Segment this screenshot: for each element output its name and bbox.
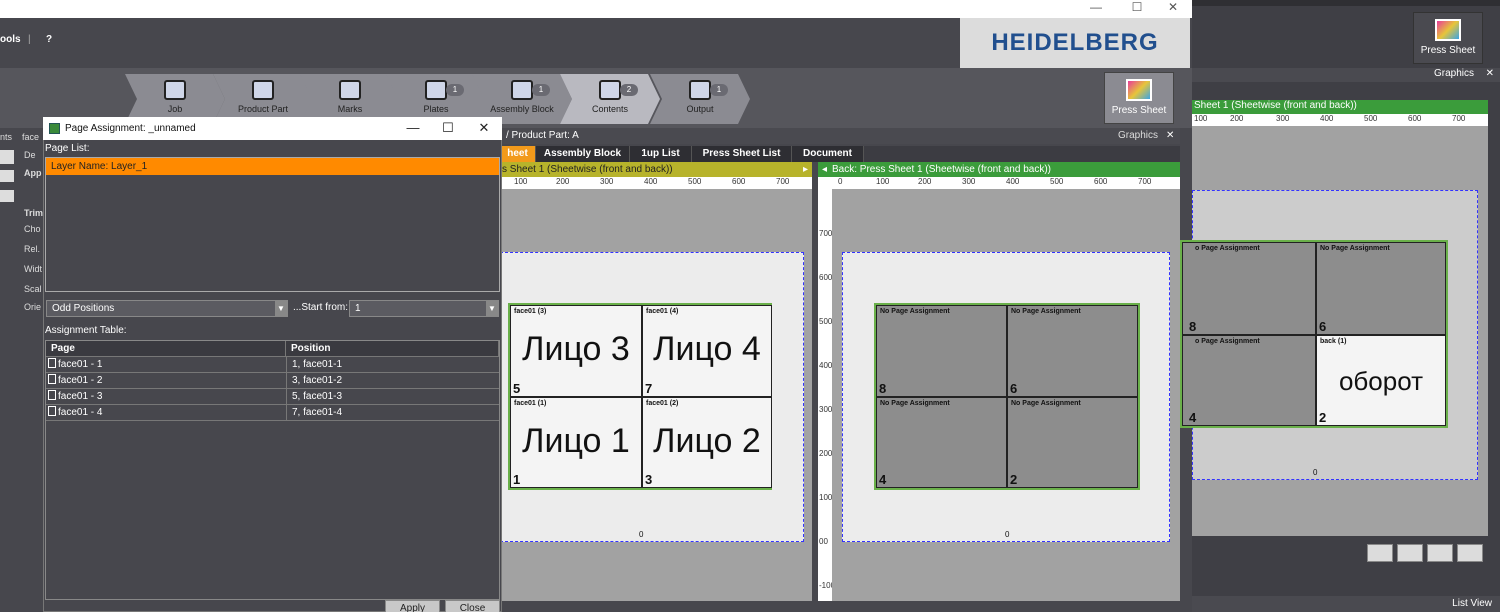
right-press-sheet-button[interactable]: Press Sheet xyxy=(1413,12,1483,64)
plates-icon xyxy=(425,80,447,100)
plates-badge: 1 xyxy=(446,84,464,96)
start-from-select[interactable]: 1 ▼ xyxy=(349,300,499,317)
right-cell-back1[interactable]: back (1) оборот 2 xyxy=(1316,335,1446,426)
tab-document[interactable]: Document xyxy=(792,146,864,162)
assembly-block-icon xyxy=(511,80,533,100)
menu-tools[interactable]: ools xyxy=(0,34,21,45)
column-header-page[interactable]: Page xyxy=(46,341,286,357)
output-badge: 1 xyxy=(710,84,728,96)
front-cell-face2[interactable]: face01 (2) Лицо 23 xyxy=(642,397,772,488)
document-icon xyxy=(48,390,56,400)
arrow-left-icon[interactable]: ◂ xyxy=(822,162,827,177)
right-graphics-close-icon[interactable]: ✕ xyxy=(1486,68,1494,79)
front-sheet-header: s Sheet 1 (Sheetwise (front and back)) ▸ xyxy=(500,162,812,177)
graphics-bar: / Product Part: A Graphics ✕ xyxy=(500,128,1180,144)
right-h-ruler: 100 200 300 400 500 600 700 xyxy=(1192,114,1488,126)
right-sheet-header: Sheet 1 (Sheetwise (front and back)) xyxy=(1192,100,1488,114)
positions-select[interactable]: Odd Positions ▼ xyxy=(46,300,288,317)
secondary-title-strip xyxy=(1192,0,1500,6)
registration-mark-icon xyxy=(339,80,361,100)
back-v-ruler: 700 600 500 400 300 200 100 00 -100 xyxy=(818,189,835,601)
table-row[interactable]: face01 - 3 5, face01-3 xyxy=(46,389,499,405)
right-cell-6[interactable]: No Page Assignment 6 xyxy=(1316,242,1446,335)
step-contents[interactable]: Contents 2 xyxy=(560,74,660,124)
app-icon xyxy=(49,123,60,134)
right-graphics-bar: Graphics ✕ xyxy=(1192,68,1500,82)
front-h-ruler: 100 200 300 400 500 600 700 xyxy=(500,177,812,189)
output-icon xyxy=(689,80,711,100)
list-view-bar[interactable]: List View xyxy=(1192,596,1500,612)
back-cell-6[interactable]: No Page Assignment 6 xyxy=(1007,305,1138,397)
page-list[interactable] xyxy=(45,157,500,292)
menu-help[interactable]: ? xyxy=(46,34,52,45)
column-header-position[interactable]: Position xyxy=(286,341,499,357)
back-cell-4[interactable]: No Page Assignment 4 xyxy=(876,397,1007,488)
dialog-maximize-icon[interactable]: ☐ xyxy=(433,117,463,140)
table-row[interactable]: face01 - 2 3, face01-2 xyxy=(46,373,499,389)
press-sheet-button[interactable]: Press Sheet xyxy=(1104,72,1174,124)
tab-assembly-block[interactable]: Assembly Block xyxy=(536,146,630,162)
table-row[interactable]: face01 - 1 1, face01-1 xyxy=(46,357,499,373)
tab-press-sheet-list[interactable]: Press Sheet List xyxy=(692,146,792,162)
heidelberg-logo: HEIDELBERG xyxy=(960,18,1190,68)
table-row[interactable]: face01 - 4 7, face01-4 xyxy=(46,405,499,421)
maximize-icon[interactable]: ☐ xyxy=(1122,0,1152,18)
panel-icon[interactable] xyxy=(0,190,14,202)
document-icon xyxy=(48,358,56,368)
window-title-bar xyxy=(0,0,1192,18)
panel-icon[interactable] xyxy=(0,150,14,164)
document-icon xyxy=(48,374,56,384)
fit-icon[interactable] xyxy=(1457,544,1483,562)
document-icon xyxy=(252,80,274,100)
chevron-down-icon: ▼ xyxy=(486,301,498,316)
apply-button[interactable]: Apply xyxy=(385,600,440,612)
back-h-ruler: 0 100 200 300 400 500 600 700 xyxy=(818,177,1180,189)
front-cell-face3[interactable]: face01 (3) Лицо 35 xyxy=(510,305,642,397)
right-imposition-grid: o Page Assignment 8 No Page Assignment 6 o… xyxy=(1180,240,1448,428)
start-from-label: ...Start from: xyxy=(293,302,349,313)
back-cell-8[interactable]: No Page Assignment 8 xyxy=(876,305,1007,397)
right-cell-4[interactable]: o Page Assignment 4 xyxy=(1182,335,1316,426)
panel-icon[interactable] xyxy=(0,170,14,182)
layer-list-item[interactable]: Layer Name: Layer_1 xyxy=(46,158,499,175)
graphics-close-icon[interactable]: ✕ xyxy=(1166,128,1174,144)
menu-separator: | xyxy=(28,34,31,45)
dialog-minimize-icon[interactable]: — xyxy=(398,117,428,140)
dialog-close-icon[interactable]: ✕ xyxy=(469,117,499,140)
chevron-down-icon: ▼ xyxy=(275,301,287,316)
right-cell-8[interactable]: o Page Assignment 8 xyxy=(1182,242,1316,335)
arrow-right-icon[interactable]: ▸ xyxy=(803,162,808,177)
document-icon xyxy=(48,406,56,416)
assignment-table: Page Position face01 - 1 1, face01-1 face… xyxy=(45,340,500,600)
close-button[interactable]: Close xyxy=(445,600,500,612)
front-imposition-grid: face01 (3) Лицо 35 face01 (4) Лицо 47 face… xyxy=(508,303,772,490)
scale-icon[interactable] xyxy=(1427,544,1453,562)
contents-badge: 2 xyxy=(620,84,638,96)
back-cell-2[interactable]: No Page Assignment 2 xyxy=(1007,397,1138,488)
left-panel: nts face De App Trim Cho Rel. Widt Scal … xyxy=(0,128,43,612)
press-sheet-icon xyxy=(1435,19,1461,41)
front-cell-face4[interactable]: face01 (4) Лицо 47 xyxy=(642,305,772,397)
pdf-icon xyxy=(599,80,621,100)
view-icon[interactable] xyxy=(1367,544,1393,562)
front-cell-face1[interactable]: face01 (1) Лицо 11 xyxy=(510,397,642,488)
close-icon[interactable]: ✕ xyxy=(1158,0,1188,18)
assignment-table-label: Assignment Table: xyxy=(45,325,127,336)
assembly-badge: 1 xyxy=(532,84,550,96)
book-icon xyxy=(164,80,186,100)
step-output[interactable]: Output 1 xyxy=(650,74,750,124)
back-imposition-grid: No Page Assignment 8 No Page Assignment 6 … xyxy=(874,303,1140,490)
minimize-icon[interactable]: — xyxy=(1081,0,1111,18)
back-sheet-header: ◂ Back: Press Sheet 1 (Sheetwise (front a… xyxy=(818,162,1180,177)
page-list-label: Page List: xyxy=(45,143,90,154)
press-sheet-icon xyxy=(1126,79,1152,101)
settings-icon[interactable] xyxy=(1397,544,1423,562)
tab-press-sheet[interactable]: heet xyxy=(500,146,536,162)
tab-1up-list[interactable]: 1up List xyxy=(630,146,692,162)
